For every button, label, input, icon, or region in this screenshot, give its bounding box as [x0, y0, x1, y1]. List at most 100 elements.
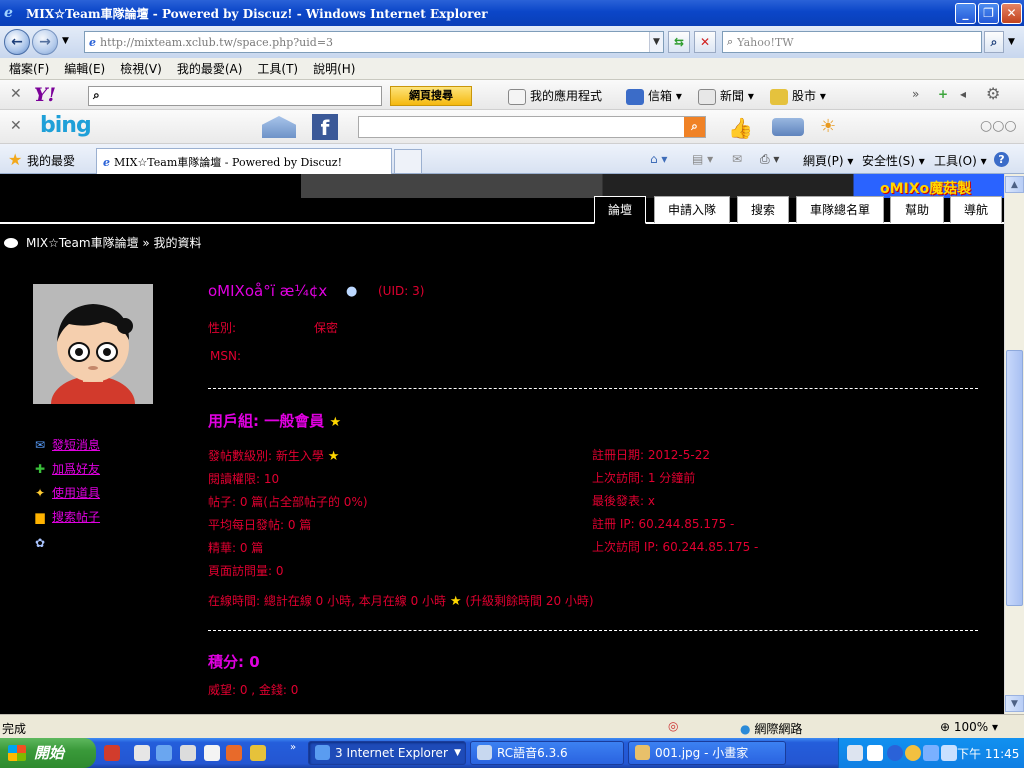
bing-logo[interactable]: bing	[40, 113, 92, 138]
menu-tools[interactable]: 工具(T)	[257, 60, 298, 77]
minimize-button[interactable]: _	[955, 3, 976, 24]
facebook-icon[interactable]: f	[312, 114, 338, 140]
window-title: MIX☆Team車隊論壇 - Powered by Discuz! - Wind…	[26, 6, 488, 21]
more-tools-icon[interactable]: »	[912, 87, 919, 101]
bing-toolbar: ✕ bing f ⌕ 👍 ☀ ○○○	[0, 110, 1024, 144]
add-tool-icon[interactable]: +	[938, 87, 948, 101]
more-options-icon[interactable]: ○○○	[980, 118, 1017, 134]
yahoo-stocks-button[interactable]: 股市 ▾	[770, 87, 826, 105]
menu-favorites[interactable]: 我的最愛(A)	[177, 60, 243, 77]
system-clock[interactable]: 下午 11:45	[957, 745, 1019, 762]
scroll-up-arrow-icon[interactable]: ▲	[1005, 176, 1024, 193]
yahoo-apps-button[interactable]: 我的應用程式	[508, 87, 602, 105]
favorites-button[interactable]: 我的最愛	[27, 152, 75, 169]
status-bar: 完成 ◎ ● 網際網路 ⊕ 100% ▾	[0, 714, 1024, 738]
bing-search-input[interactable]	[358, 116, 706, 138]
last-visit-stat: 上次訪問: 1 分鐘前	[592, 471, 696, 485]
help-icon[interactable]: ?	[994, 152, 1009, 167]
stop-button[interactable]: ✕	[694, 31, 716, 53]
yahoo-logo[interactable]: Y!	[34, 84, 56, 106]
scroll-thumb[interactable]	[1006, 350, 1023, 606]
tray-volume-icon[interactable]	[941, 745, 957, 761]
menu-edit[interactable]: 編輯(E)	[64, 60, 105, 77]
protected-mode-icon[interactable]: ◎	[668, 719, 678, 733]
points-heading: 積分: 0	[208, 653, 260, 671]
mail-envelope-icon[interactable]	[262, 116, 296, 138]
quicklaunch-window-icon[interactable]	[204, 745, 220, 761]
scroll-down-arrow-icon[interactable]: ▼	[1005, 695, 1024, 712]
page-menu[interactable]: 網頁(P) ▾	[803, 152, 853, 169]
new-tab-button[interactable]	[394, 149, 422, 173]
forward-button[interactable]: →	[32, 29, 58, 55]
bing-search-button[interactable]: ⌕	[684, 117, 705, 137]
search-input[interactable]: ⌕ Yahoo!TW	[722, 31, 982, 53]
tab-help[interactable]: 幫助	[890, 196, 944, 223]
maximize-button[interactable]: ❐	[978, 3, 999, 24]
use-item-link[interactable]: ✦ 使用道具	[32, 484, 100, 501]
address-url: http://mixteam.xclub.tw/space.php?uid=3	[100, 35, 334, 49]
refresh-button[interactable]: ⇆	[668, 31, 690, 53]
video-icon[interactable]	[772, 118, 804, 136]
quicklaunch-more-icon[interactable]: »	[290, 742, 296, 753]
quicklaunch-balloon-icon[interactable]	[226, 745, 242, 761]
search-go-button[interactable]: ⌕	[984, 31, 1004, 53]
tab-navigation[interactable]: 導航	[950, 196, 1002, 223]
read-mail-icon[interactable]: ✉	[732, 152, 742, 166]
quicklaunch-ie-icon[interactable]	[156, 745, 172, 761]
menu-file[interactable]: 檔案(F)	[9, 60, 49, 77]
feeds-icon[interactable]: ▤ ▾	[692, 152, 713, 166]
paint-task-icon	[635, 745, 650, 760]
tray-icon-4[interactable]	[905, 745, 921, 761]
search-options-icon[interactable]: ▼	[1008, 37, 1015, 47]
settings-gear-icon[interactable]: ⚙	[986, 84, 1000, 103]
tab-search[interactable]: 搜索	[737, 196, 789, 223]
tab-forum[interactable]: 論壇	[594, 196, 646, 224]
yahoo-mail-button[interactable]: 信箱 ▾	[626, 87, 682, 105]
home-icon[interactable]: ⌂ ▾	[650, 152, 667, 166]
quicklaunch-notes-icon[interactable]	[250, 745, 266, 761]
task-rc-voice[interactable]: RC語音6.3.6	[470, 741, 624, 765]
like-thumb-icon[interactable]: 👍	[728, 116, 753, 140]
send-message-link[interactable]: ✉ 發短消息	[32, 436, 100, 453]
menu-help[interactable]: 說明(H)	[313, 60, 355, 77]
address-field[interactable]: e http://mixteam.xclub.tw/space.php?uid=…	[84, 31, 664, 53]
tab-roster[interactable]: 車隊總名單	[796, 196, 884, 223]
news-icon	[698, 88, 716, 105]
vertical-scrollbar[interactable]: ▲ ▼	[1004, 174, 1024, 714]
tray-icon-3[interactable]	[887, 745, 903, 761]
favorites-star-icon[interactable]: ★	[8, 150, 22, 169]
print-icon[interactable]: ⎙ ▾	[760, 152, 779, 167]
usergroup-heading: 用戶組: 一般會員 ★	[208, 412, 342, 430]
weather-icon[interactable]: ☀	[820, 116, 836, 137]
task-paint[interactable]: 001.jpg - 小畫家	[628, 741, 786, 765]
breadcrumb[interactable]: MIX☆Team車隊論壇 » 我的資料	[4, 234, 202, 251]
system-tray: 下午 11:45	[838, 738, 1024, 768]
address-dropdown-icon[interactable]: ▼	[649, 32, 663, 52]
safety-menu[interactable]: 安全性(S) ▾	[862, 152, 925, 169]
search-posts-link[interactable]: ▆ 搜索帖子	[32, 508, 100, 525]
tools-menu[interactable]: 工具(O) ▾	[934, 152, 987, 169]
tab-active[interactable]: e MIX☆Team車隊論壇 - Powered by Discuz!	[96, 148, 392, 174]
yahoo-news-button[interactable]: 新聞 ▾	[698, 87, 754, 105]
tray-icon-1[interactable]	[847, 745, 863, 761]
scroll-left-icon[interactable]: ◂	[960, 87, 966, 101]
tray-icon-2[interactable]	[867, 745, 883, 761]
ie-task-icon	[315, 745, 330, 760]
task-internet-explorer[interactable]: 3 Internet Explorer ▼	[308, 741, 466, 765]
quicklaunch-app-icon[interactable]	[104, 745, 120, 761]
add-friend-link[interactable]: ✚ 加爲好友	[32, 460, 100, 477]
yahoo-web-search-button[interactable]: 網頁搜尋	[390, 86, 472, 106]
menu-view[interactable]: 檢視(V)	[120, 60, 162, 77]
tray-icon-5[interactable]	[923, 745, 939, 761]
yahoo-search-input[interactable]: ⌕	[88, 86, 382, 106]
history-dropdown-icon[interactable]: ▼	[62, 36, 69, 46]
quicklaunch-gear-icon[interactable]	[134, 745, 150, 761]
back-button[interactable]: ←	[4, 29, 30, 55]
zoom-level-button[interactable]: ⊕ 100% ▾	[940, 720, 998, 734]
close-window-button[interactable]: ✕	[1001, 3, 1022, 24]
tab-apply[interactable]: 申請入隊	[654, 196, 730, 223]
close-bing-toolbar-icon[interactable]: ✕	[10, 118, 22, 134]
forum-banner: oMIXo魔菇製	[0, 174, 1004, 198]
close-toolbar-icon[interactable]: ✕	[10, 86, 22, 102]
quicklaunch-folder-icon[interactable]	[180, 745, 196, 761]
